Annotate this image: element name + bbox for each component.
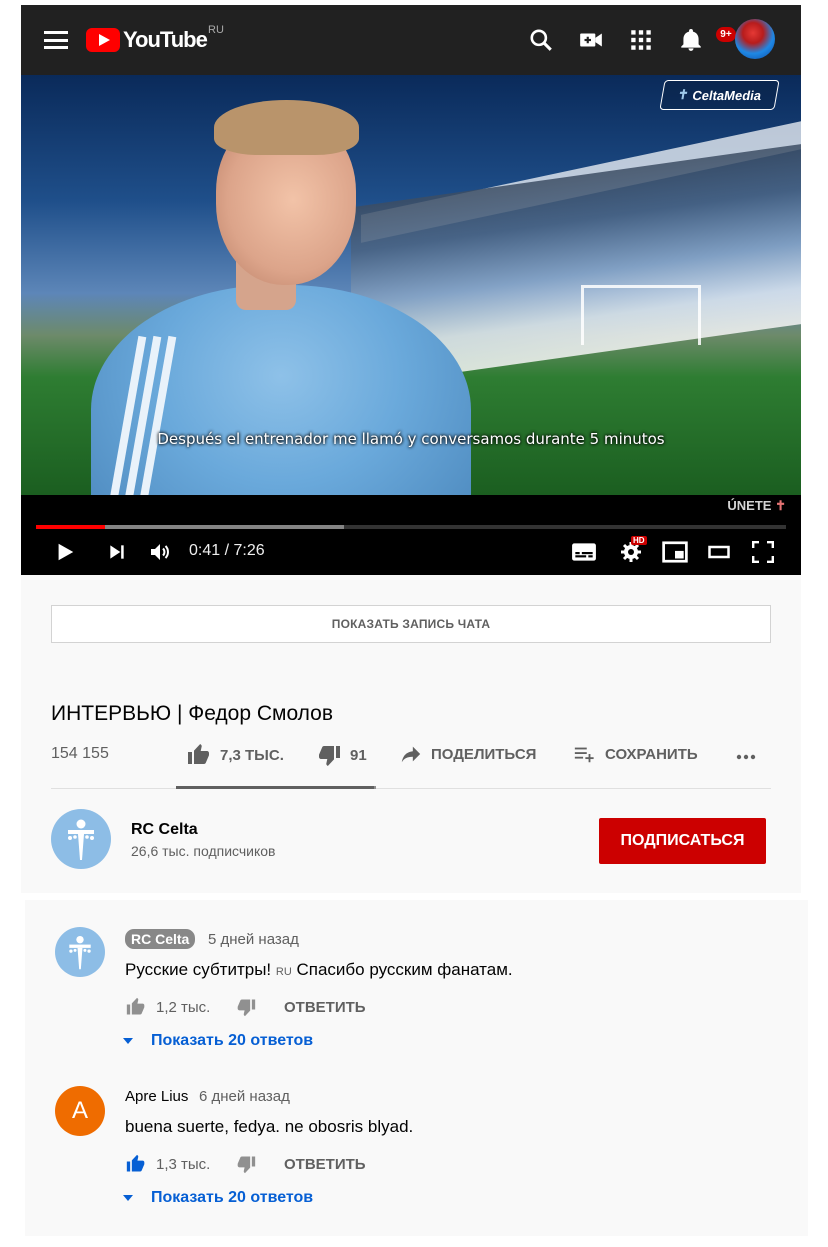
celta-cross-icon: ✝ — [775, 498, 786, 513]
logo-text: YouTube — [123, 27, 208, 52]
time-separator: / — [220, 542, 234, 559]
thumbs-down-icon — [319, 746, 340, 766]
thumbs-down-icon — [237, 999, 256, 1017]
comment-text-part: Русские субтитры! — [125, 960, 276, 979]
show-replies-label: Показать 20 ответов — [151, 1032, 314, 1049]
comments-section: RC Celta 5 дней назад Русские субтитры! … — [25, 900, 808, 1236]
celta-crest-icon — [69, 935, 91, 970]
hd-badge: HD — [631, 536, 647, 545]
miniplayer-icon[interactable] — [661, 538, 689, 566]
show-replies-button[interactable]: Показать 20 ответов — [123, 1032, 313, 1050]
progress-played — [36, 525, 105, 529]
comment-dislike-button[interactable] — [235, 1154, 257, 1179]
save-label: СОХРАНИТЬ — [605, 745, 698, 763]
like-ratio-fill — [176, 786, 374, 789]
comment-text: Русские субтитры! RU Спасибо русским фан… — [125, 960, 513, 980]
thumbs-up-icon — [188, 744, 209, 764]
comment-like-count: 1,3 тыс. — [156, 1155, 211, 1173]
join-label: ÚNETE — [727, 498, 772, 513]
comment-text-part: Спасибо русским фанатам. — [291, 960, 513, 979]
celta-cross-icon: ✝ — [676, 87, 691, 102]
time-display: 0:41 / 7:26 — [189, 542, 265, 560]
dislike-count: 91 — [350, 746, 367, 764]
youtube-watch-page: YouTube RU 9+ Después el entrenador me l… — [0, 0, 828, 1247]
join-branding[interactable]: ÚNETE ✝ — [727, 498, 786, 514]
comment-dislike-button[interactable] — [235, 997, 257, 1022]
more-actions-button[interactable] — [733, 745, 767, 769]
theater-mode-icon[interactable] — [707, 538, 731, 566]
apps-icon[interactable] — [628, 27, 654, 53]
avatar-letter: A — [71, 1097, 88, 1124]
next-icon[interactable] — [105, 538, 129, 566]
thumbs-up-icon — [126, 997, 145, 1015]
divider — [51, 788, 771, 789]
subtitles-icon[interactable] — [571, 538, 597, 566]
comment-avatar[interactable]: A — [55, 1086, 105, 1136]
time-current: 0:41 — [189, 542, 221, 559]
comment-time[interactable]: 6 дней назад — [199, 1088, 290, 1105]
show-replies-button[interactable]: Показать 20 ответов — [123, 1189, 313, 1207]
comment-reply-button[interactable]: ОТВЕТИТЬ — [284, 1156, 366, 1173]
video-player[interactable]: Después el entrenador me llamó y convers… — [21, 75, 801, 575]
channel-name[interactable]: RC Celta — [131, 821, 198, 839]
celta-crest-icon — [68, 819, 94, 860]
comment-like-count: 1,2 тыс. — [156, 998, 211, 1016]
like-count: 7,3 ТЫС. — [220, 746, 284, 764]
search-icon[interactable] — [528, 27, 554, 53]
comment-time[interactable]: 5 дней назад — [208, 931, 299, 948]
time-total: 7:26 — [233, 542, 265, 559]
more-horiz-icon — [736, 754, 756, 760]
view-count: 154 155 — [51, 745, 109, 762]
show-replies-label: Показать 20 ответов — [151, 1189, 314, 1206]
subscribe-button[interactable]: ПОДПИСАТЬСЯ — [599, 818, 766, 864]
progress-bar[interactable] — [36, 525, 786, 529]
comment-reply-button[interactable]: ОТВЕТИТЬ — [284, 999, 366, 1016]
fullscreen-icon[interactable] — [751, 538, 775, 566]
chevron-down-icon — [123, 1195, 133, 1201]
video-frame: Después el entrenador me llamó y convers… — [21, 75, 801, 495]
playlist-add-icon — [574, 747, 594, 763]
thumbs-up-icon — [126, 1154, 145, 1172]
video-subtitle: Después el entrenador me llamó y convers… — [157, 430, 665, 448]
share-button[interactable]: ПОДЕЛИТЬСЯ — [399, 743, 536, 765]
player-hair — [214, 100, 359, 155]
comment-author[interactable]: Apre Lius — [125, 1088, 188, 1105]
settings-gear-icon[interactable]: HD — [617, 536, 647, 566]
dislike-button[interactable]: 91 — [316, 743, 367, 767]
account-avatar[interactable] — [735, 19, 775, 59]
like-button[interactable]: 7,3 ТЫС. — [186, 743, 284, 767]
football-goal — [581, 285, 701, 345]
notification-count-badge: 9+ — [716, 27, 736, 42]
channel-avatar[interactable] — [51, 809, 111, 869]
subscriber-count: 26,6 тыс. подписчиков — [131, 843, 276, 859]
play-icon[interactable] — [53, 538, 77, 566]
watermark-text: CeltaMedia — [691, 87, 763, 103]
menu-icon[interactable] — [44, 31, 68, 49]
create-video-icon[interactable] — [578, 27, 604, 53]
share-label: ПОДЕЛИТЬСЯ — [431, 745, 537, 763]
volume-icon[interactable] — [147, 538, 173, 566]
comment-like-button[interactable]: 1,2 тыс. — [125, 997, 210, 1017]
comment-avatar[interactable] — [55, 927, 105, 977]
bell-icon[interactable] — [678, 27, 704, 53]
youtube-play-icon — [86, 28, 120, 52]
video-info-panel: ПОКАЗАТЬ ЗАПИСЬ ЧАТА ИНТЕРВЬЮ | Федор См… — [21, 575, 801, 893]
share-icon — [401, 746, 421, 763]
region-code: RU — [208, 24, 224, 36]
comment-author-badge[interactable]: RC Celta — [125, 929, 196, 949]
save-button[interactable]: СОХРАНИТЬ — [571, 743, 698, 765]
flag-ru: RU — [275, 966, 292, 978]
top-app-bar: YouTube RU 9+ — [21, 5, 801, 75]
video-title: ИНТЕРВЬЮ | Федор Смолов — [51, 702, 334, 725]
chevron-down-icon — [123, 1038, 133, 1044]
like-dislike-ratio-bar — [176, 786, 376, 789]
show-chat-replay-button[interactable]: ПОКАЗАТЬ ЗАПИСЬ ЧАТА — [51, 605, 771, 643]
celtamedia-watermark[interactable]: ✝ CeltaMedia — [659, 80, 780, 110]
comment-text: buena suerte, fedya. ne obosris blyad. — [125, 1117, 414, 1136]
youtube-logo[interactable]: YouTube RU — [86, 24, 224, 53]
thumbs-down-icon — [237, 1156, 256, 1174]
comment-like-button[interactable]: 1,3 тыс. — [125, 1154, 210, 1174]
